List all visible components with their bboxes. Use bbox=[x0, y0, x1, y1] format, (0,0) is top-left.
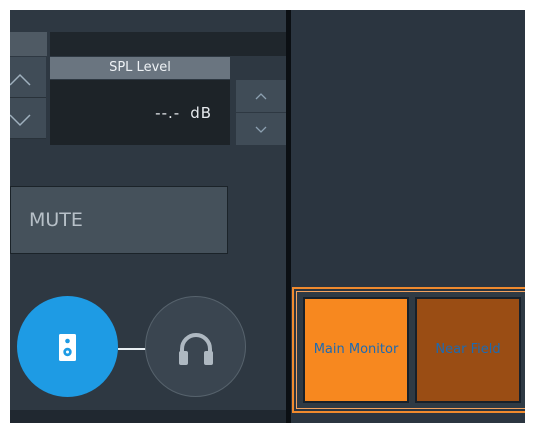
speaker-icon bbox=[59, 334, 76, 361]
spl-value-readout: --.- dB bbox=[155, 104, 212, 122]
speaker-output-button[interactable] bbox=[17, 296, 118, 397]
chevron-up-icon bbox=[255, 93, 267, 100]
mute-button[interactable]: MUTE bbox=[10, 186, 228, 254]
near-field-button[interactable]: Near Field bbox=[415, 297, 521, 403]
spl-level-label: SPL Level bbox=[50, 57, 230, 79]
bottom-strip bbox=[10, 410, 286, 423]
monitor-select-group: Main Monitor Near Field bbox=[292, 287, 525, 413]
spl-down-button[interactable] bbox=[236, 113, 286, 145]
main-monitor-button[interactable]: Main Monitor bbox=[303, 297, 409, 403]
spl-up-button[interactable] bbox=[236, 80, 286, 112]
spl-value: --.- bbox=[155, 104, 181, 122]
left-up-button[interactable] bbox=[10, 57, 46, 98]
monitor-select-inner: Main Monitor Near Field bbox=[296, 291, 525, 409]
headphone-output-button[interactable] bbox=[145, 296, 246, 397]
spl-unit: dB bbox=[190, 104, 212, 122]
app-window: SPL Level --.- dB MUTE Main Monitor Near… bbox=[10, 10, 525, 423]
top-strip-right bbox=[50, 32, 286, 56]
headphone-icon bbox=[179, 333, 213, 365]
spl-level-display: --.- dB bbox=[50, 80, 230, 145]
chevron-up-icon bbox=[10, 73, 31, 86]
left-down-button[interactable] bbox=[10, 98, 46, 139]
top-strip-left bbox=[10, 32, 47, 56]
chevron-down-icon bbox=[10, 114, 31, 127]
chevron-down-icon bbox=[255, 126, 267, 133]
output-connector-line bbox=[118, 348, 146, 350]
left-panel: SPL Level --.- dB MUTE bbox=[10, 10, 286, 423]
